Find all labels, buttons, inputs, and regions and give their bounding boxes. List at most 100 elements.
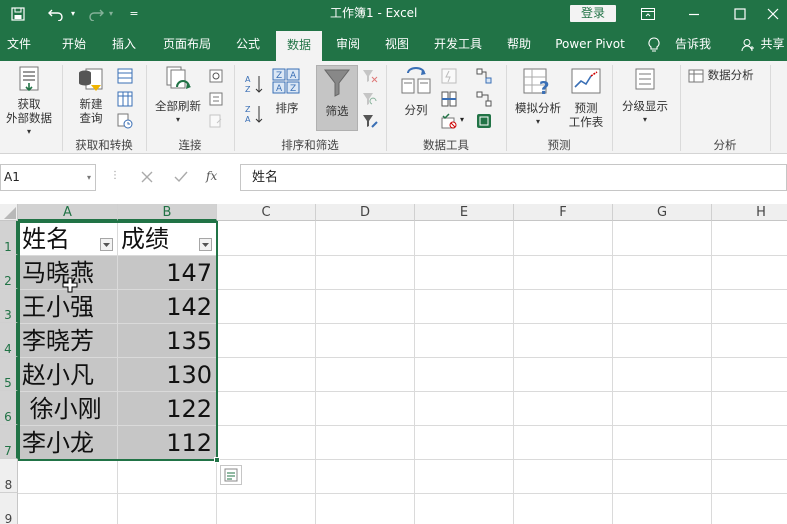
tab-view[interactable]: 视图 — [376, 27, 418, 61]
window-title: 工作簿1 - Excel — [330, 6, 418, 20]
data-analysis-label: 数据分析 — [707, 68, 754, 82]
refresh-icon — [166, 66, 191, 89]
formula-input[interactable]: 姓名 — [240, 164, 787, 191]
show-queries-icon[interactable] — [117, 68, 133, 84]
column-header-e[interactable]: E — [415, 204, 514, 221]
refresh-all-label: 全部刷新 — [155, 99, 201, 113]
group-sort-filter: 排序和筛选 — [281, 138, 339, 152]
data-validation-dropdown-icon[interactable]: ▾ — [460, 115, 464, 124]
consolidate-icon[interactable] — [476, 68, 492, 84]
tab-page-layout[interactable]: 页面布局 — [156, 27, 218, 61]
insert-function-icon[interactable]: fx — [206, 169, 228, 187]
row-header-9[interactable]: 9 — [0, 493, 18, 524]
row-header-2[interactable]: 2 — [0, 255, 18, 289]
row-header-5[interactable]: 5 — [0, 357, 18, 391]
row-header-3[interactable]: 3 — [0, 289, 18, 323]
svg-text:A: A — [276, 84, 283, 94]
ribbon-separator — [612, 65, 613, 151]
get-external-data-button[interactable]: 获取 外部数据 ▾ — [0, 65, 58, 139]
column-header-c[interactable]: C — [217, 204, 316, 221]
connections-icon[interactable] — [208, 68, 224, 84]
sort-ascending-icon[interactable]: AZ — [244, 73, 264, 95]
column-header-f[interactable]: F — [514, 204, 613, 221]
select-all-button[interactable] — [0, 204, 18, 221]
new-query-icon — [79, 68, 103, 91]
row-header-6[interactable]: 6 — [0, 391, 18, 425]
column-header-g[interactable]: G — [613, 204, 712, 221]
login-button[interactable]: 登录 — [570, 5, 616, 22]
clear-filter-icon[interactable] — [362, 68, 378, 84]
tab-review[interactable]: 审阅 — [326, 27, 370, 61]
filter-button[interactable]: 筛选 — [316, 65, 358, 131]
what-if-analysis-button[interactable]: ? 模拟分析 ▾ — [512, 67, 564, 129]
tab-help[interactable]: 帮助 — [498, 27, 540, 61]
column-header-h[interactable]: H — [712, 204, 787, 221]
undo-dropdown-icon[interactable]: ▾ — [68, 0, 78, 27]
column-header-d[interactable]: D — [316, 204, 415, 221]
filter-label: 筛选 — [325, 104, 349, 118]
tab-file[interactable]: 文件 — [0, 27, 38, 61]
tab-insert[interactable]: 插入 — [102, 27, 146, 61]
name-box-dropdown-icon[interactable]: ▾ — [87, 165, 91, 190]
edit-links-icon[interactable] — [208, 113, 224, 129]
ribbon-separator — [680, 65, 681, 151]
row-header-8[interactable]: 8 — [0, 459, 18, 493]
undo-icon[interactable] — [44, 0, 68, 27]
sort-button[interactable]: ZAAZ 排序 — [268, 67, 306, 115]
confirm-entry-icon[interactable] — [170, 166, 192, 188]
svg-text:?: ? — [539, 78, 549, 97]
new-query-button[interactable]: 新建 查询 — [68, 65, 114, 125]
filter-funnel-icon — [323, 69, 351, 97]
reapply-filter-icon[interactable] — [362, 91, 378, 107]
maximize-icon[interactable] — [720, 0, 760, 27]
manage-data-model-icon[interactable] — [476, 113, 492, 129]
remove-duplicates-icon[interactable] — [441, 91, 457, 107]
refresh-all-button[interactable]: 全部刷新 ▾ — [150, 65, 206, 127]
save-icon[interactable] — [6, 0, 30, 27]
relationships-icon[interactable] — [476, 91, 492, 107]
data-analysis-button[interactable]: 数据分析 — [688, 68, 768, 83]
outline-button[interactable]: 分级显示 ▾ — [618, 67, 672, 127]
forecast-sheet-button[interactable]: 预测 工作表 — [566, 67, 606, 129]
text-to-columns-button[interactable]: 分列 — [396, 67, 436, 117]
dropdown-arrow-icon: ▾ — [642, 115, 647, 124]
redo-dropdown-icon[interactable]: ▾ — [106, 0, 116, 27]
formula-bar-grip-icon[interactable]: ⋮ — [110, 170, 120, 181]
column-header-b[interactable]: B — [118, 204, 217, 221]
new-query-label-1: 新建 — [79, 97, 103, 111]
dropdown-arrow-icon: ▾ — [175, 115, 180, 124]
flash-fill-icon[interactable] — [441, 68, 457, 84]
ribbon-separator — [386, 65, 387, 151]
tab-developer[interactable]: 开发工具 — [426, 27, 490, 61]
minimize-icon[interactable] — [674, 0, 714, 27]
name-box[interactable]: A1 ▾ — [0, 164, 96, 191]
text-to-columns-icon — [401, 67, 431, 94]
redo-icon[interactable] — [84, 0, 108, 27]
fill-handle[interactable] — [214, 457, 220, 463]
get-external-label-2: 外部数据 — [6, 111, 52, 125]
quick-analysis-button[interactable] — [220, 465, 242, 485]
tell-me-search[interactable]: 告诉我 — [668, 27, 718, 61]
row-header-1[interactable]: 1 — [0, 221, 18, 255]
row-header-4[interactable]: 4 — [0, 323, 18, 357]
advanced-filter-icon[interactable] — [362, 113, 378, 129]
svg-text:Z: Z — [290, 84, 296, 94]
data-validation-icon[interactable] — [441, 113, 457, 129]
cancel-entry-icon[interactable] — [136, 166, 158, 188]
share-user-icon[interactable] — [740, 27, 756, 61]
ribbon-display-options-icon[interactable] — [628, 0, 668, 27]
sort-descending-icon[interactable]: ZA — [244, 103, 264, 125]
recent-sources-icon[interactable] — [117, 113, 133, 129]
share-button[interactable]: 共享 — [758, 27, 787, 61]
customize-qat-icon[interactable]: = — [126, 0, 142, 27]
row-header-7[interactable]: 7 — [0, 425, 18, 459]
tab-power-pivot[interactable]: Power Pivot — [548, 27, 632, 61]
worksheet-grid[interactable]: A B C D E F G H 1 2 3 4 5 6 7 8 9 姓名 成绩 … — [0, 204, 787, 524]
close-icon[interactable] — [758, 0, 787, 27]
tab-data[interactable]: 数据 — [276, 31, 322, 61]
column-header-a[interactable]: A — [18, 204, 118, 221]
tab-formulas[interactable]: 公式 — [226, 27, 270, 61]
tab-home[interactable]: 开始 — [52, 27, 96, 61]
from-table-icon[interactable] — [117, 91, 133, 107]
properties-icon[interactable] — [208, 91, 224, 107]
